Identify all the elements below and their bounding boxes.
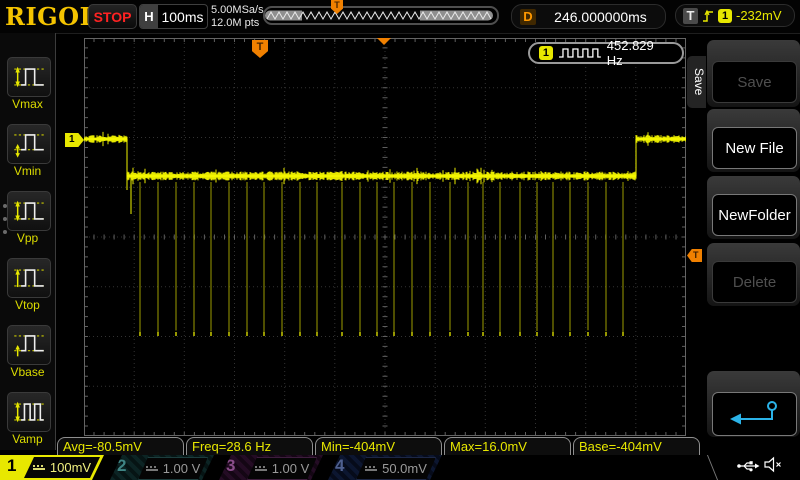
trigger-readout: T 1 -232mV xyxy=(675,4,795,27)
trigger-level-marker-icon[interactable]: T xyxy=(687,249,702,262)
trigger-level-value: -232mV xyxy=(736,8,782,23)
channel-number: 4 xyxy=(335,456,344,476)
menu-page-dot xyxy=(3,230,7,234)
delay-readout: D 246.000000ms xyxy=(511,4,666,29)
square-wave-icon xyxy=(558,47,602,59)
acquisition-info: 5.00MSa/s 12.0M pts xyxy=(211,4,264,29)
vbase-icon xyxy=(12,331,46,359)
menu-item-label: Vpp xyxy=(0,231,55,245)
brand-logo: RIGOL xyxy=(5,2,97,31)
measurement-min: Min=-404mV xyxy=(315,437,442,455)
new-file-button[interactable]: New File xyxy=(712,127,797,169)
dc-coupling-icon xyxy=(255,465,267,472)
channel-status-bar: 1 100mV 2 1.00 V 3 1.00 V 4 50.0 xyxy=(0,455,800,480)
oscilloscope-screen: RIGOL STOP H 100ms 5.00MSa/s 12.0M pts T… xyxy=(0,0,800,480)
delete-button[interactable]: Delete xyxy=(712,261,797,303)
vmin-icon xyxy=(12,130,46,158)
timebase-value: 100ms xyxy=(158,9,207,25)
menu-item-label: Vamp xyxy=(0,432,55,446)
trigger-source-badge: 1 xyxy=(718,9,732,23)
menu-item-label: Vmax xyxy=(0,97,55,111)
top-status-bar: RIGOL STOP H 100ms 5.00MSa/s 12.0M pts T… xyxy=(0,0,800,34)
return-arrow-icon xyxy=(726,398,784,430)
freq-counter-channel-badge: 1 xyxy=(539,46,553,60)
channel-scale: 100mV xyxy=(50,460,91,475)
menu-item-vbase[interactable] xyxy=(7,325,51,365)
save-button[interactable]: Save xyxy=(712,61,797,103)
memory-depth: 12.0M pts xyxy=(211,17,264,30)
menu-item-vmin[interactable] xyxy=(7,124,51,164)
delay-value: 246.000000ms xyxy=(536,9,665,25)
vpp-icon xyxy=(12,197,46,225)
menu-page-dot xyxy=(3,217,7,221)
trigger-label: T xyxy=(683,8,698,24)
channel-scale: 1.00 V xyxy=(272,461,310,476)
horizontal-timebase: H 100ms xyxy=(139,4,208,29)
frequency-value: 452.829 Hz xyxy=(607,38,673,68)
menu-item-vtop[interactable] xyxy=(7,258,51,298)
dc-coupling-icon xyxy=(33,464,45,471)
menu-item-label: Vtop xyxy=(0,298,55,312)
channel-number: 3 xyxy=(226,456,235,476)
menu-tab-save: Save xyxy=(687,56,706,108)
menu-item-label: Vmin xyxy=(0,164,55,178)
frequency-counter: 1 452.829 Hz xyxy=(528,42,684,64)
vtop-icon xyxy=(12,264,46,292)
vertical-measure-menu: Vertical Vmax Vmin xyxy=(0,33,56,450)
measurement-freq: Freq=28.6 Hz xyxy=(186,437,313,455)
menu-item-vamp[interactable] xyxy=(7,392,51,432)
measurement-base: Base=-404mV xyxy=(573,437,700,455)
ch1-ground-marker[interactable]: 1 xyxy=(65,133,84,147)
measurement-max: Max=16.0mV xyxy=(444,437,571,455)
preview-waveform-icon xyxy=(265,8,493,23)
new-folder-button[interactable]: NewFolder xyxy=(712,194,797,236)
vmax-icon xyxy=(12,63,46,91)
dc-coupling-icon xyxy=(365,465,377,472)
measurement-avg: Avg=-80.5mV xyxy=(57,437,184,455)
speaker-muted-icon xyxy=(763,456,783,473)
channel-number: 1 xyxy=(7,456,16,476)
dc-coupling-icon xyxy=(146,465,158,472)
run-state-indicator: STOP xyxy=(88,4,137,29)
channel-1-status[interactable]: 1 100mV xyxy=(0,455,104,480)
channel-3-status[interactable]: 3 1.00 V xyxy=(219,455,323,480)
usb-icon xyxy=(736,459,760,473)
menu-item-label: Vbase xyxy=(0,365,55,379)
menu-item-vpp[interactable] xyxy=(7,191,51,231)
delay-reference-marker-icon xyxy=(377,38,391,45)
channel-scale: 1.00 V xyxy=(163,461,201,476)
sample-rate: 5.00MSa/s xyxy=(211,4,264,17)
menu-item-vmax[interactable] xyxy=(7,57,51,97)
delay-label: D xyxy=(520,9,536,25)
menu-page-dot xyxy=(3,204,7,208)
rising-edge-icon xyxy=(702,9,714,23)
channel-number: 2 xyxy=(117,456,126,476)
vamp-icon xyxy=(12,398,46,426)
waveform-display xyxy=(84,38,686,436)
horizontal-label: H xyxy=(140,5,158,28)
channel-4-status[interactable]: 4 50.0mV xyxy=(328,455,442,480)
back-button[interactable] xyxy=(712,392,797,436)
ch1-waveform-trace xyxy=(84,38,686,436)
memory-waveform-preview xyxy=(263,6,499,25)
channel-2-status[interactable]: 2 1.00 V xyxy=(110,455,214,480)
channel-scale: 50.0mV xyxy=(382,461,427,476)
